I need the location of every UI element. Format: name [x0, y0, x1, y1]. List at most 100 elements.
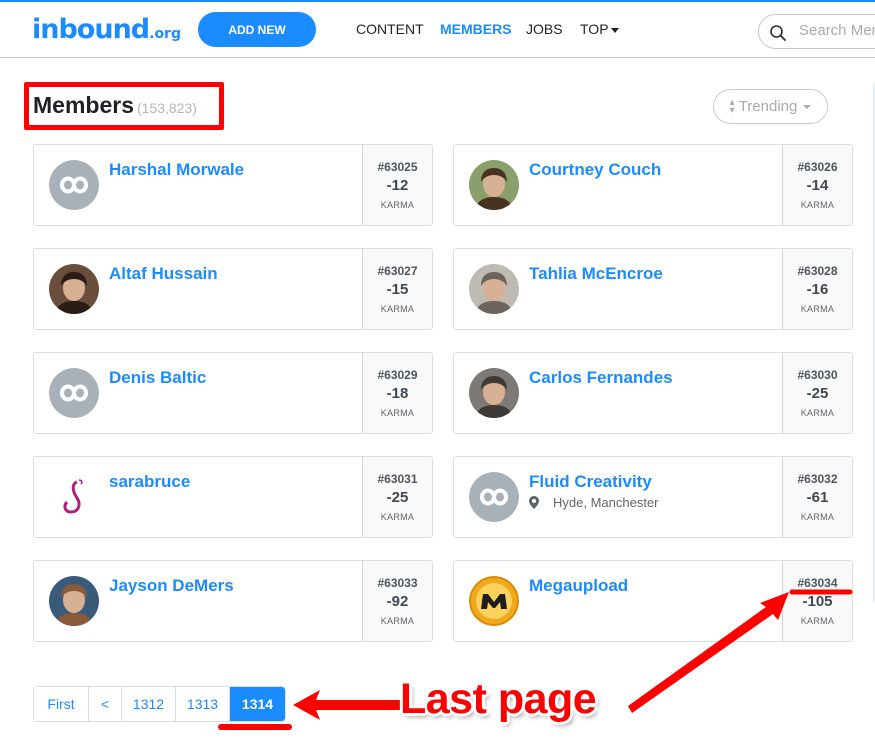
member-karma: -15 — [386, 281, 409, 298]
member-karma: -12 — [386, 177, 409, 194]
member-card[interactable]: sarabruce #63031 -25 KARMA — [33, 456, 433, 538]
sort-updown-icon: ▴ ▾ — [729, 96, 735, 116]
member-name-link[interactable]: Harshal Morwale — [109, 160, 244, 180]
karma-label: KARMA — [800, 512, 835, 522]
karma-label: KARMA — [800, 304, 835, 314]
member-name-link[interactable]: Fluid Creativity — [529, 472, 652, 492]
member-stats: #63034 -105 KARMA — [782, 561, 852, 641]
page-title: Members (153,823) — [33, 92, 197, 119]
karma-label: KARMA — [800, 408, 835, 418]
logo-suffix-text: .org — [149, 26, 181, 42]
page-1312[interactable]: 1312 — [122, 687, 176, 721]
photo-avatar[interactable] — [49, 576, 99, 626]
nav-jobs[interactable]: JOBS — [526, 21, 563, 37]
default-infinity-avatar[interactable] — [49, 368, 99, 418]
member-name-link[interactable]: Courtney Couch — [529, 160, 661, 180]
page-1313[interactable]: 1313 — [176, 687, 230, 721]
page-title-text: Members — [33, 92, 134, 118]
search-icon — [770, 25, 786, 41]
member-karma: -105 — [802, 593, 833, 610]
nav-top-dropdown[interactable]: TOP — [580, 21, 619, 37]
member-karma: -25 — [386, 489, 409, 506]
member-stats: #63026 -14 KARMA — [782, 145, 852, 225]
page-1314-current[interactable]: 1314 — [230, 687, 285, 721]
caret-down-icon — [610, 27, 619, 33]
member-name-link[interactable]: sarabruce — [109, 472, 190, 492]
photo-avatar[interactable] — [49, 264, 99, 314]
karma-label: KARMA — [380, 200, 415, 210]
member-stats: #63030 -25 KARMA — [782, 353, 852, 433]
member-stats: #63029 -18 KARMA — [362, 353, 432, 433]
photo-avatar[interactable] — [469, 160, 519, 210]
member-stats: #63025 -12 KARMA — [362, 145, 432, 225]
nav-members[interactable]: MEMBERS — [440, 21, 512, 37]
member-karma: -61 — [806, 489, 829, 506]
member-karma: -92 — [386, 593, 409, 610]
annotation-label: Last page — [400, 675, 597, 723]
sort-dropdown[interactable]: ▴ ▾ Trending — [713, 89, 828, 124]
karma-label: KARMA — [380, 616, 415, 626]
member-name-link[interactable]: Altaf Hussain — [109, 264, 218, 284]
page-prev[interactable]: < — [89, 687, 122, 721]
page-first[interactable]: First — [34, 687, 89, 721]
member-rank: #63029 — [377, 368, 418, 382]
member-name-link[interactable]: Jayson DeMers — [109, 576, 234, 596]
member-card[interactable]: Fluid Creativity Hyde, Manchester #63032 -6… — [453, 456, 853, 538]
member-card[interactable]: Tahlia McEncroe #63028 -16 KARMA — [453, 248, 853, 330]
member-card[interactable]: Jayson DeMers #63033 -92 KARMA — [33, 560, 433, 642]
top-navbar: inbound.org ADD NEW CONTENT MEMBERS JOBS… — [0, 0, 875, 58]
member-stats: #63031 -25 KARMA — [362, 457, 432, 537]
karma-label: KARMA — [380, 304, 415, 314]
default-infinity-avatar[interactable] — [49, 160, 99, 210]
member-name-link[interactable]: Denis Baltic — [109, 368, 206, 388]
member-rank: #63025 — [377, 160, 418, 174]
karma-label: KARMA — [800, 616, 835, 626]
karma-label: KARMA — [800, 200, 835, 210]
megaupload-logo-avatar[interactable] — [469, 576, 519, 626]
member-rank: #63027 — [377, 264, 418, 278]
member-name-link[interactable]: Carlos Fernandes — [529, 368, 673, 388]
member-location: Hyde, Manchester — [529, 495, 659, 510]
photo-avatar[interactable] — [469, 368, 519, 418]
member-rank: #63028 — [797, 264, 838, 278]
default-infinity-avatar[interactable] — [469, 472, 519, 522]
member-stats: #63033 -92 KARMA — [362, 561, 432, 641]
member-card[interactable]: Carlos Fernandes #63030 -25 KARMA — [453, 352, 853, 434]
member-rank: #63031 — [377, 472, 418, 486]
caret-down-icon — [803, 104, 812, 109]
member-rank: #63030 — [797, 368, 838, 382]
member-name-link[interactable]: Tahlia McEncroe — [529, 264, 663, 284]
member-karma: -25 — [806, 385, 829, 402]
member-karma: -16 — [806, 281, 829, 298]
add-new-button[interactable]: ADD NEW — [198, 12, 316, 47]
member-karma: -18 — [386, 385, 409, 402]
karma-label: KARMA — [380, 512, 415, 522]
member-rank: #63026 — [797, 160, 838, 174]
member-location-text: Hyde, Manchester — [553, 495, 659, 510]
search-input[interactable] — [799, 22, 875, 39]
member-stats: #63027 -15 KARMA — [362, 249, 432, 329]
member-stats: #63028 -16 KARMA — [782, 249, 852, 329]
logo-main-text: inbound — [32, 14, 150, 45]
member-card[interactable]: Denis Baltic #63029 -18 KARMA — [33, 352, 433, 434]
member-card[interactable]: Megaupload #63034 -105 KARMA — [453, 560, 853, 642]
map-pin-icon — [529, 496, 539, 509]
inbound-logo[interactable]: inbound.org — [32, 14, 181, 45]
karma-label: KARMA — [380, 408, 415, 418]
member-card[interactable]: Harshal Morwale #63025 -12 KARMA — [33, 144, 433, 226]
pagination: First < 1312 1313 1314 — [33, 686, 286, 722]
member-name-link[interactable]: Megaupload — [529, 576, 628, 596]
annotation-arrow-left — [293, 690, 402, 720]
nav-content[interactable]: CONTENT — [356, 21, 424, 37]
member-card[interactable]: Courtney Couch #63026 -14 KARMA — [453, 144, 853, 226]
member-count: (153,823) — [136, 100, 197, 116]
search-box[interactable] — [758, 14, 875, 49]
sort-label: Trending — [738, 98, 798, 115]
nav-top-label: TOP — [580, 21, 609, 37]
logo-avatar[interactable] — [49, 472, 99, 522]
member-rank: #63033 — [377, 576, 418, 590]
member-rank: #63034 — [797, 576, 838, 590]
member-card[interactable]: Altaf Hussain #63027 -15 KARMA — [33, 248, 433, 330]
photo-avatar[interactable] — [469, 264, 519, 314]
member-stats: #63032 -61 KARMA — [782, 457, 852, 537]
